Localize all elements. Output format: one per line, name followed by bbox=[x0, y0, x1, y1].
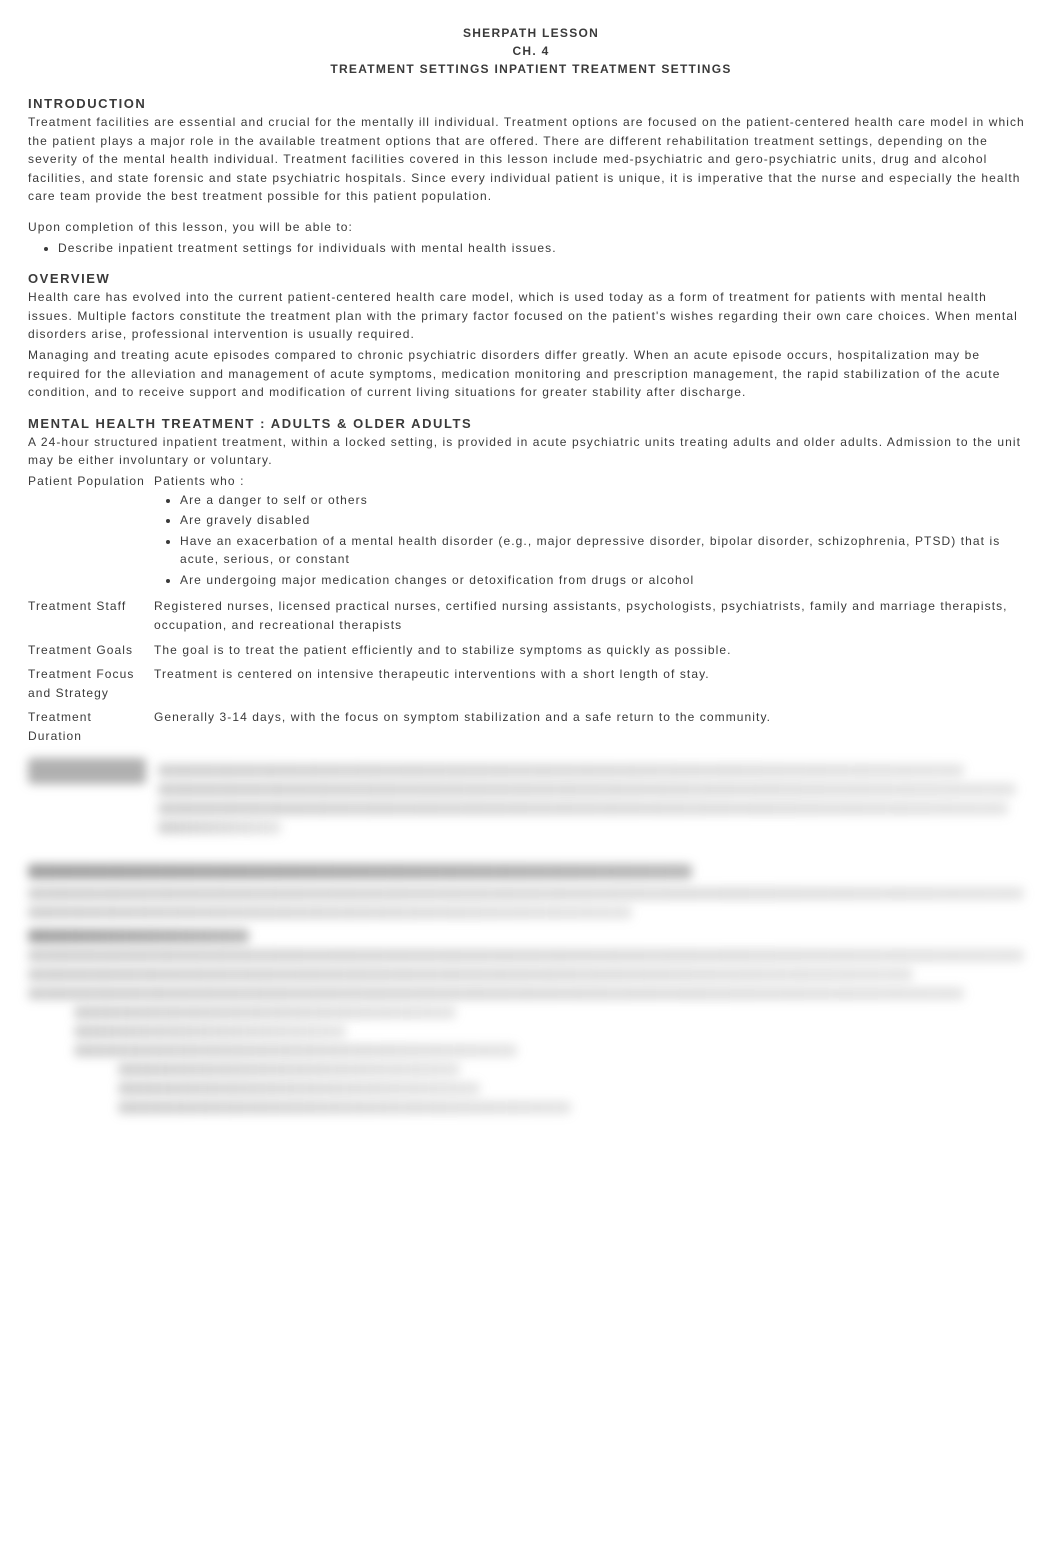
row-label-treatment-staff: Treatment Staff bbox=[28, 597, 154, 640]
header-line-1: SHERPATH LESSON bbox=[28, 24, 1034, 42]
section-title-overview: OVERVIEW bbox=[28, 271, 1034, 286]
row-value-treatment-duration: Generally 3-14 days, with the focus on s… bbox=[154, 708, 1034, 751]
row-value-treatment-focus: Treatment is centered on intensive thera… bbox=[154, 665, 1034, 708]
row-label-treatment-goals: Treatment Goals bbox=[28, 641, 154, 666]
introduction-bullets: Describe inpatient treatment settings fo… bbox=[58, 239, 1034, 258]
obscured-text bbox=[158, 758, 1034, 840]
document-page: SHERPATH LESSON CH. 4 TREATMENT SETTINGS… bbox=[0, 0, 1062, 1180]
obscured-line bbox=[28, 906, 632, 919]
section-title-adults: MENTAL HEALTH TREATMENT : ADULTS & OLDER… bbox=[28, 416, 1034, 431]
introduction-paragraph-2: Upon completion of this lesson, you will… bbox=[28, 218, 1034, 237]
header-line-2: CH. 4 bbox=[28, 42, 1034, 60]
list-item: Have an exacerbation of a mental health … bbox=[180, 532, 1028, 569]
overview-paragraph-2: Managing and treating acute episodes com… bbox=[28, 346, 1034, 402]
obscured-content-region bbox=[28, 758, 1034, 1114]
obscured-row bbox=[28, 758, 1034, 840]
row-value-treatment-staff: Registered nurses, licensed practical nu… bbox=[154, 597, 1034, 640]
patient-population-list: Are a danger to self or others Are grave… bbox=[180, 491, 1028, 590]
section-title-introduction: INTRODUCTION bbox=[28, 96, 1034, 111]
obscured-subheading bbox=[28, 929, 249, 943]
row-label-treatment-focus: Treatment Focus and Strategy bbox=[28, 665, 154, 708]
table-row: Treatment Duration Generally 3-14 days, … bbox=[28, 708, 1034, 751]
list-item: Are undergoing major medication changes … bbox=[180, 571, 1028, 590]
obscured-heading bbox=[28, 864, 692, 879]
list-item: Are gravely disabled bbox=[180, 511, 1028, 530]
obscured-sublist-item bbox=[118, 1063, 460, 1076]
obscured-line bbox=[28, 887, 1024, 900]
overview-paragraph-1: Health care has evolved into the current… bbox=[28, 288, 1034, 344]
patient-population-lead: Patients who : bbox=[154, 474, 245, 488]
introduction-bullet-1: Describe inpatient treatment settings fo… bbox=[58, 239, 1034, 258]
table-row: Patient Population Patients who : Are a … bbox=[28, 472, 1034, 598]
obscured-sublist-item bbox=[118, 1082, 480, 1095]
obscured-line bbox=[28, 987, 964, 1000]
header-line-3: TREATMENT SETTINGS INPATIENT TREATMENT S… bbox=[28, 60, 1034, 78]
obscured-line bbox=[28, 949, 1024, 962]
obscured-list-item bbox=[74, 1006, 456, 1019]
row-label-patient-population: Patient Population bbox=[28, 472, 154, 598]
introduction-paragraph-1: Treatment facilities are essential and c… bbox=[28, 113, 1034, 206]
obscured-line bbox=[28, 968, 913, 981]
adults-intro: A 24-hour structured inpatient treatment… bbox=[28, 433, 1034, 470]
list-item: Are a danger to self or others bbox=[180, 491, 1028, 510]
row-value-patient-population: Patients who : Are a danger to self or o… bbox=[154, 472, 1034, 598]
table-row: Treatment Staff Registered nurses, licen… bbox=[28, 597, 1034, 640]
table-row: Treatment Goals The goal is to treat the… bbox=[28, 641, 1034, 666]
obscured-label bbox=[28, 758, 146, 784]
obscured-list-item bbox=[74, 1044, 517, 1057]
document-header: SHERPATH LESSON CH. 4 TREATMENT SETTINGS… bbox=[28, 24, 1034, 78]
adults-table: Patient Population Patients who : Are a … bbox=[28, 472, 1034, 752]
row-label-treatment-duration: Treatment Duration bbox=[28, 708, 154, 751]
obscured-list-item bbox=[74, 1025, 346, 1038]
obscured-sublist-item bbox=[118, 1101, 571, 1114]
table-row: Treatment Focus and Strategy Treatment i… bbox=[28, 665, 1034, 708]
row-value-treatment-goals: The goal is to treat the patient efficie… bbox=[154, 641, 1034, 666]
